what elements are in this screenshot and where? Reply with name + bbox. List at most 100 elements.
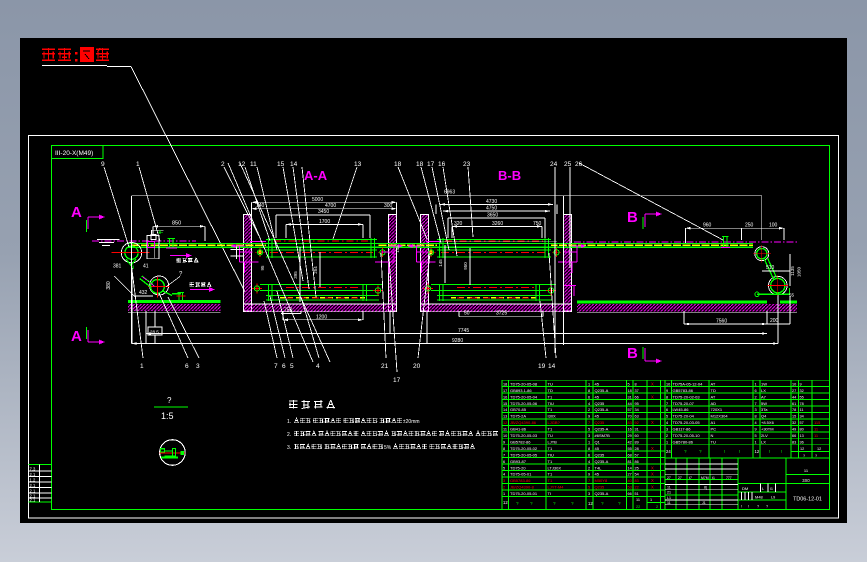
svg-text:B: B [627,345,638,362]
svg-text:?: ? [530,501,533,506]
svg-text:GB70-85: GB70-85 [510,407,527,412]
svg-text:34: 34 [635,408,639,412]
svg-text:750: 750 [533,221,542,227]
svg-text:!: ! [741,505,742,509]
svg-text:1: 1 [136,161,140,168]
svg-text:TD75-20-07: TD75-20-07 [673,401,695,406]
svg-text:AT: AT [711,394,716,399]
svg-text:Q235-A: Q235-A [595,459,609,464]
svg-text:32: 32 [800,389,804,393]
svg-text:27: 27 [628,473,632,477]
svg-text:LJGB?: LJGB? [548,420,561,425]
svg-text:+8.5X6: +8.5X6 [761,420,775,425]
svg-text:LW45-86: LW45-86 [673,407,690,412]
svg-text:19: 19 [538,363,546,370]
svg-text:M7M: M7M [701,476,709,480]
svg-text:TD75-20-05-08: TD75-20-05-08 [510,381,538,386]
svg-text:X: X [651,420,654,425]
svg-text:12: 12 [755,449,760,454]
svg-text:9: 9 [666,389,668,393]
svg-text:8: 8 [588,389,590,393]
svg-text:t1: t1 [712,476,715,480]
svg-text:29: 29 [628,434,632,438]
svg-text:A: A [71,328,82,345]
svg-text:44: 44 [628,402,632,406]
svg-text:A: A [71,204,82,221]
svg-text:T1: T1 [548,407,553,412]
svg-text:68: 68 [628,453,632,457]
svg-text:TD75-20-02-03: TD75-20-02-03 [673,394,701,399]
svg-text:83: 83 [792,440,796,444]
svg-text:10: 10 [792,382,796,386]
svg-text:54: 54 [635,473,639,477]
svg-text:6: 6 [503,460,505,464]
svg-text:A1: A1 [711,420,717,425]
svg-text:Q4: Q4 [761,414,767,419]
svg-text:TD75-20-05-01: TD75-20-05-01 [510,491,538,496]
svg-text:7: 7 [666,402,668,406]
svg-text:TD75-20-05-10: TD75-20-05-10 [673,433,701,438]
svg-text:L1: L1 [667,496,671,500]
svg-text:8: 8 [588,447,590,451]
svg-text:J1: J1 [702,501,706,505]
svg-text:GB93-87: GB93-87 [510,459,527,464]
svg-text:960: 960 [703,223,712,229]
svg-text:2.1: 2.1 [30,472,36,477]
svg-text:380: 380 [106,281,112,290]
svg-text:!: ! [724,449,725,454]
svg-text:TD75-20-05-02: TD75-20-05-02 [510,446,538,451]
svg-text:LX: LX [761,439,766,444]
svg-text:GB5783-86: GB5783-86 [510,478,531,483]
svg-text:PC: PC [711,427,717,432]
svg-text:TD75-2A: TD75-2A [510,414,526,419]
svg-text:TD75-20-05-06: TD75-20-05-06 [510,401,538,406]
svg-text:1: 1 [588,382,590,386]
svg-text:TU: TU [548,433,553,438]
svg-text:5000: 5000 [312,197,323,203]
svg-text:5: 5 [666,415,668,419]
svg-text:2: 2 [755,395,757,399]
svg-text:70: 70 [628,415,632,419]
svg-text:7: 7 [588,479,590,483]
svg-text:11: 11 [814,427,819,432]
svg-text:83: 83 [628,421,632,425]
svg-text:81: 81 [628,460,632,464]
svg-text:3: 3 [588,492,590,496]
svg-text:2.1: 2.1 [30,498,36,503]
svg-text:4: 4 [588,402,590,406]
svg-text:4: 4 [755,421,757,425]
svg-text:1: 1 [666,440,668,444]
svg-text:23: 23 [463,161,471,168]
svg-text:24: 24 [550,161,558,168]
svg-text:1.2: 1.2 [30,478,36,483]
svg-text:11: 11 [250,161,257,168]
svg-text:4: 4 [666,421,668,425]
svg-text:300: 300 [384,203,393,209]
svg-text:B-B: B-B [498,168,521,183]
svg-text:5: 5 [628,382,630,386]
svg-text:TD75-20-05-04: TD75-20-05-04 [510,394,538,399]
svg-text:T1: T1 [548,459,553,464]
svg-text:6: 6 [282,363,286,370]
svg-text:T1: T1 [548,472,553,477]
svg-text:5%: 5% [384,445,392,451]
svg-text:21: 21 [381,363,389,370]
svg-text:66: 66 [792,434,796,438]
svg-text:?: ? [699,449,702,454]
svg-text:7560: 7560 [716,319,727,325]
svg-text:4: 4 [588,460,590,464]
svg-text:Q235-A: Q235-A [595,388,609,393]
svg-text:?: ? [766,505,768,509]
svg-text:17: 17 [503,389,507,393]
svg-text:X: X [651,381,654,386]
svg-text:!: ! [781,449,782,454]
svg-text:?: ? [757,505,759,509]
svg-text:5W: 5W [761,401,767,406]
svg-text:1: 1 [755,440,757,444]
svg-text:T1: T1 [548,427,553,432]
svg-text:13: 13 [354,161,362,168]
svg-text:5: 5 [290,363,294,370]
svg-text:Q235: Q235 [595,401,606,406]
svg-text:45: 45 [595,472,600,477]
svg-text:M12X304: M12X304 [711,414,729,419]
